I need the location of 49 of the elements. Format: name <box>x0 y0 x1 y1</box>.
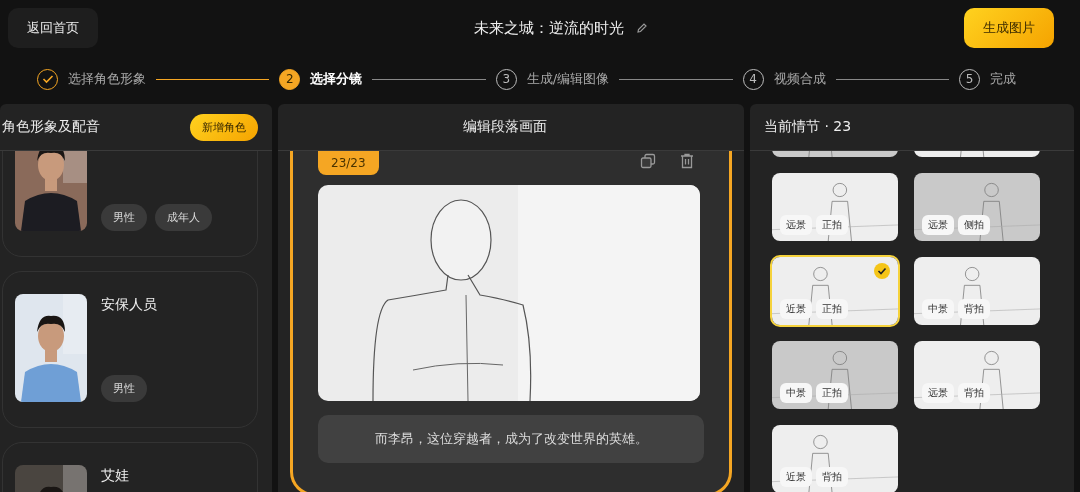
character-tag: 男性 <box>101 204 147 231</box>
shot-tag: 近景 <box>780 467 812 487</box>
step-label: 完成 <box>990 70 1016 88</box>
panel-title: 角色形象及配音 <box>2 118 100 136</box>
step-label: 选择分镜 <box>310 70 363 88</box>
shot-tag: 远景 <box>780 215 812 235</box>
back-button[interactable]: 返回首页 <box>8 8 98 48</box>
step-label: 选择角色形象 <box>68 70 146 88</box>
storyboard-frame[interactable]: 中景 正拍 <box>770 339 900 411</box>
shot-tag: 背拍 <box>958 383 990 403</box>
shot-tag: 正拍 <box>816 215 848 235</box>
step-label: 视频合成 <box>773 70 826 88</box>
character-tag: 成年人 <box>155 204 212 231</box>
storyboard-frame[interactable]: 远景 侧拍 <box>912 171 1042 243</box>
shot-tag: 背拍 <box>816 467 848 487</box>
storyboard-frame[interactable]: 中景 背拍 <box>912 255 1042 327</box>
character-name: 安保人员 <box>101 296 157 314</box>
pencil-icon[interactable] <box>636 22 648 34</box>
shot-tag: 中景 <box>922 299 954 319</box>
character-tag: 男性 <box>101 375 147 402</box>
storyboard-frame[interactable]: 近景 背拍 <box>770 423 900 492</box>
shot-tag: 正拍 <box>816 383 848 403</box>
storyboard-frame[interactable]: 近景 正拍 <box>770 255 900 327</box>
storyboard-frame[interactable]: 远景 背拍 <box>912 339 1042 411</box>
scene-counter: 23/23 <box>318 151 379 175</box>
generate-button[interactable]: 生成图片 <box>964 8 1054 48</box>
character-name: 艾娃 <box>101 467 129 485</box>
character-card[interactable]: 艾娃 <box>2 442 258 492</box>
shot-tag: 中景 <box>780 383 812 403</box>
shot-tag: 远景 <box>922 383 954 403</box>
step-indicator: 2 <box>279 68 301 90</box>
shot-tag: 侧拍 <box>958 215 990 235</box>
character-card[interactable]: 安保人员 男性 <box>2 271 258 428</box>
check-icon <box>874 263 890 279</box>
trash-icon[interactable] <box>680 153 694 169</box>
shot-tag: 远景 <box>922 215 954 235</box>
shot-tag: 近景 <box>780 299 812 319</box>
scene-caption: 而李昂，这位穿越者，成为了改变世界的英雄。 <box>318 415 704 463</box>
shot-tag: 背拍 <box>958 299 990 319</box>
panel-title: 编辑段落画面 <box>463 118 547 136</box>
step-label: 生成/编辑图像 <box>526 70 610 88</box>
check-icon <box>41 74 54 84</box>
copy-icon[interactable] <box>640 153 656 169</box>
add-character-button[interactable]: 新增角色 <box>190 113 258 141</box>
character-card[interactable]: 男性 成年人 <box>2 151 258 257</box>
storyboard-frame[interactable]: 远景 正拍 <box>770 171 900 243</box>
panel-title: 当前情节 · 23 <box>764 118 852 136</box>
project-title: 未来之城：逆流的时光 <box>474 18 624 38</box>
shot-tag: 正拍 <box>816 299 848 319</box>
